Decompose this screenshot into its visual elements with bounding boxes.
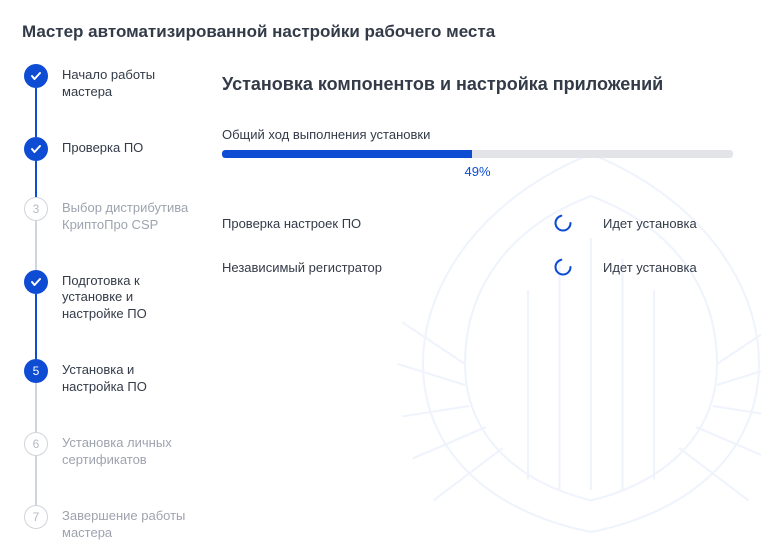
step-label: Проверка ПО — [62, 137, 143, 157]
page-title: Мастер автоматизированной настройки рабо… — [0, 0, 761, 64]
step-label: Установка и настройка ПО — [62, 359, 190, 396]
spinner-icon — [553, 213, 573, 233]
task-name: Независимый регистратор — [222, 260, 543, 275]
step-connector — [35, 161, 37, 197]
step-7: 7 Завершение работы мастера — [24, 505, 190, 542]
step-1: Начало работы мастера — [24, 64, 190, 137]
section-header: Установка компонентов и настройка прилож… — [222, 74, 733, 95]
step-label: Установка личных сертификатов — [62, 432, 190, 469]
step-label: Подготовка к установке и настройке ПО — [62, 270, 190, 324]
step-5: 5 Установка и настройка ПО — [24, 359, 190, 432]
progress-percent: 49% — [222, 164, 733, 179]
main-panel: Установка компонентов и настройка прилож… — [200, 64, 761, 533]
step-connector — [35, 88, 37, 137]
progress-track — [222, 150, 733, 158]
task-row: Независимый регистратор Идет установка — [222, 245, 733, 289]
task-status: Идет установка — [603, 260, 733, 275]
step-label: Начало работы мастера — [62, 64, 190, 101]
step-label: Завершение работы мастера — [62, 505, 190, 542]
step-number-icon: 7 — [24, 505, 48, 529]
task-name: Проверка настроек ПО — [222, 216, 543, 231]
task-list: Проверка настроек ПОИдет установкаНезави… — [222, 201, 733, 289]
step-number-icon: 5 — [24, 359, 48, 383]
check-icon — [24, 137, 48, 161]
step-connector — [35, 456, 37, 505]
progress-block: Общий ход выполнения установки 49% — [222, 127, 733, 179]
step-number-icon: 6 — [24, 432, 48, 456]
step-4: Подготовка к установке и настройке ПО — [24, 270, 190, 360]
wizard-stepper: Начало работы мастера Проверка ПО 3 Выбор д… — [0, 64, 200, 533]
step-number-icon: 3 — [24, 197, 48, 221]
progress-label: Общий ход выполнения установки — [222, 127, 733, 142]
task-status: Идет установка — [603, 216, 733, 231]
step-connector — [35, 294, 37, 360]
task-row: Проверка настроек ПО Идет установка — [222, 201, 733, 245]
step-2: Проверка ПО — [24, 137, 190, 197]
step-label: Выбор дистрибутива КриптоПро CSP — [62, 197, 190, 234]
check-icon — [24, 64, 48, 88]
spinner-icon — [553, 257, 573, 277]
step-3: 3 Выбор дистрибутива КриптоПро CSP — [24, 197, 190, 270]
step-6: 6 Установка личных сертификатов — [24, 432, 190, 505]
step-connector — [35, 383, 37, 432]
step-connector — [35, 221, 37, 270]
check-icon — [24, 270, 48, 294]
progress-fill — [222, 150, 472, 158]
